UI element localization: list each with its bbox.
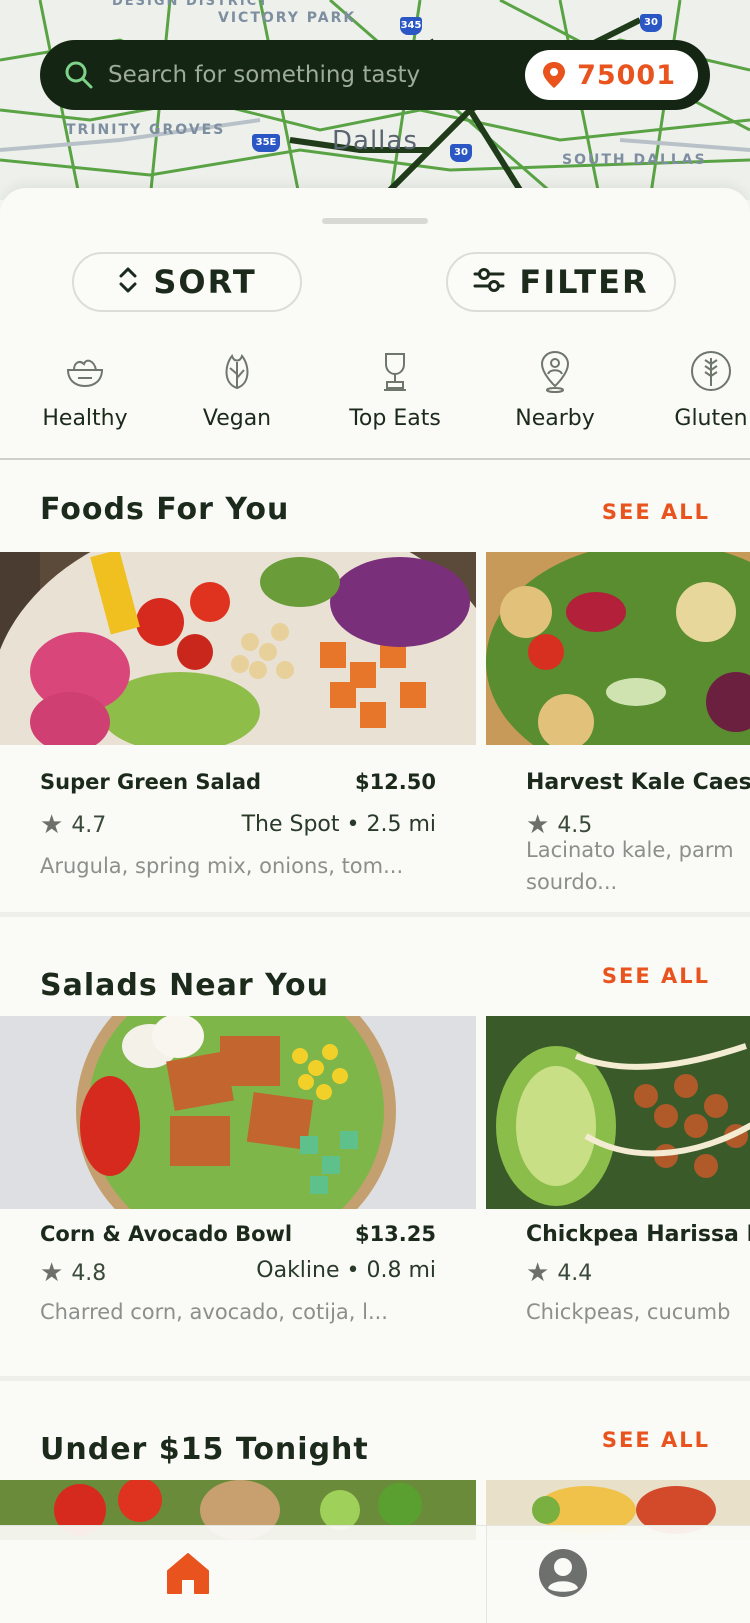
location-pin-icon xyxy=(532,348,578,394)
category-healthy[interactable]: Healthy xyxy=(40,348,130,431)
food-price: $13.25 xyxy=(354,1222,436,1246)
food-image xyxy=(486,1016,750,1209)
category-gluten[interactable]: Gluten xyxy=(666,348,750,431)
salad-bowl-icon xyxy=(62,348,108,394)
category-label: Gluten xyxy=(674,406,748,431)
map-label-south-dallas: SOUTH DALLAS xyxy=(562,152,707,168)
leaf-icon xyxy=(214,348,260,394)
nav-divider xyxy=(486,1526,487,1623)
trophy-icon xyxy=(372,348,418,394)
section-separator xyxy=(0,912,750,917)
location-pin-icon xyxy=(541,60,567,90)
rating-value: 4.7 xyxy=(71,812,107,838)
food-image xyxy=(0,1016,476,1209)
category-label: Vegan xyxy=(202,406,272,431)
profile-icon xyxy=(538,1548,588,1602)
food-rating: ★ 4.4 xyxy=(526,1258,592,1288)
bottom-navigation xyxy=(0,1525,750,1623)
star-icon: ★ xyxy=(526,1258,550,1288)
section-title: Salads Near You xyxy=(40,968,330,1003)
category-label: Nearby xyxy=(515,406,595,431)
search-input[interactable]: Search for something tasty xyxy=(108,62,525,88)
zip-code-button[interactable]: 75001 xyxy=(525,50,698,100)
rating-value: 4.4 xyxy=(557,1260,593,1286)
food-rating: ★ 4.7 xyxy=(40,810,106,840)
food-card[interactable]: Chickpea Harissa B ★ 4.4 Chickpeas, cucu… xyxy=(486,1016,750,1336)
food-image xyxy=(486,552,750,745)
food-description: Charred corn, avocado, cotija, l... xyxy=(40,1300,388,1324)
food-price: $12.50 xyxy=(354,770,436,794)
food-description: Chickpeas, cucumb xyxy=(526,1300,731,1324)
food-name: Chickpea Harissa B xyxy=(526,1222,750,1247)
food-rating: ★ 4.8 xyxy=(40,1258,106,1288)
map-label-trinity-groves: TRINITY GROVES xyxy=(66,122,226,138)
star-icon: ★ xyxy=(40,1258,64,1288)
rating-value: 4.8 xyxy=(71,1260,107,1286)
food-description: sourdo... xyxy=(526,870,618,894)
food-card[interactable]: Corn & Avocado Bowl $13.25 ★ 4.8 Oakline… xyxy=(0,1016,476,1326)
food-card[interactable]: Super Green Salad $12.50 ★ 4.7 The Spot … xyxy=(0,552,476,878)
sort-button[interactable]: SORT xyxy=(72,252,302,312)
highway-shield: 30 xyxy=(450,144,472,162)
highway-shield: 35E xyxy=(252,134,280,152)
category-top-eats[interactable]: Top Eats xyxy=(340,348,450,431)
map-city-label: Dallas xyxy=(332,126,418,156)
search-icon xyxy=(62,58,96,92)
category-row: Healthy Vegan Top Eats Nearby Gluten xyxy=(0,348,750,468)
food-image xyxy=(0,552,476,745)
filter-label: FILTER xyxy=(519,263,649,301)
food-name: Super Green Salad xyxy=(40,770,262,794)
food-place: The Spot • 2.5 mi xyxy=(241,812,436,837)
food-name: Harvest Kale Caesa xyxy=(526,770,750,795)
nav-tab-profile[interactable] xyxy=(375,1526,750,1623)
category-label: Top Eats xyxy=(349,406,441,431)
food-description: Arugula, spring mix, onions, tom... xyxy=(40,854,404,878)
sort-chevrons-icon xyxy=(117,264,139,300)
home-icon xyxy=(165,1551,211,1599)
results-sheet: SORT FILTER Healthy Vegan Top Eats Nearb… xyxy=(0,188,750,1540)
food-description: Lacinato kale, parm xyxy=(526,838,734,862)
map-label-victory-park: VICTORY PARK xyxy=(218,10,357,26)
see-all-link[interactable]: SEE ALL xyxy=(602,1428,710,1452)
see-all-link[interactable]: SEE ALL xyxy=(602,500,710,524)
see-all-link[interactable]: SEE ALL xyxy=(602,964,710,988)
section-title: Under $15 Tonight xyxy=(40,1432,369,1467)
sheet-drag-handle[interactable] xyxy=(322,218,428,224)
category-vegan[interactable]: Vegan xyxy=(192,348,282,431)
filter-button[interactable]: FILTER xyxy=(446,252,676,312)
filter-sliders-icon xyxy=(473,266,505,298)
food-place: Oakline • 0.8 mi xyxy=(256,1258,436,1283)
section-title: Foods For You xyxy=(40,492,290,527)
map-label-design-district: DESIGN DISTRICT xyxy=(112,0,270,9)
highway-shield: 30 xyxy=(640,14,662,32)
star-icon: ★ xyxy=(40,810,64,840)
zip-code-label: 75001 xyxy=(577,59,676,91)
search-bar[interactable]: Search for something tasty 75001 xyxy=(40,40,710,110)
nav-tab-home[interactable] xyxy=(0,1526,375,1623)
divider xyxy=(0,458,750,460)
wheat-icon xyxy=(688,348,734,394)
section-separator xyxy=(0,1376,750,1381)
category-nearby[interactable]: Nearby xyxy=(510,348,600,431)
food-card[interactable]: Harvest Kale Caesa ★ 4.5 Lacinato kale, … xyxy=(486,552,750,902)
highway-shield: 345 xyxy=(400,17,422,35)
food-name: Corn & Avocado Bowl xyxy=(40,1222,293,1246)
sort-label: SORT xyxy=(153,263,257,301)
category-label: Healthy xyxy=(42,406,128,431)
